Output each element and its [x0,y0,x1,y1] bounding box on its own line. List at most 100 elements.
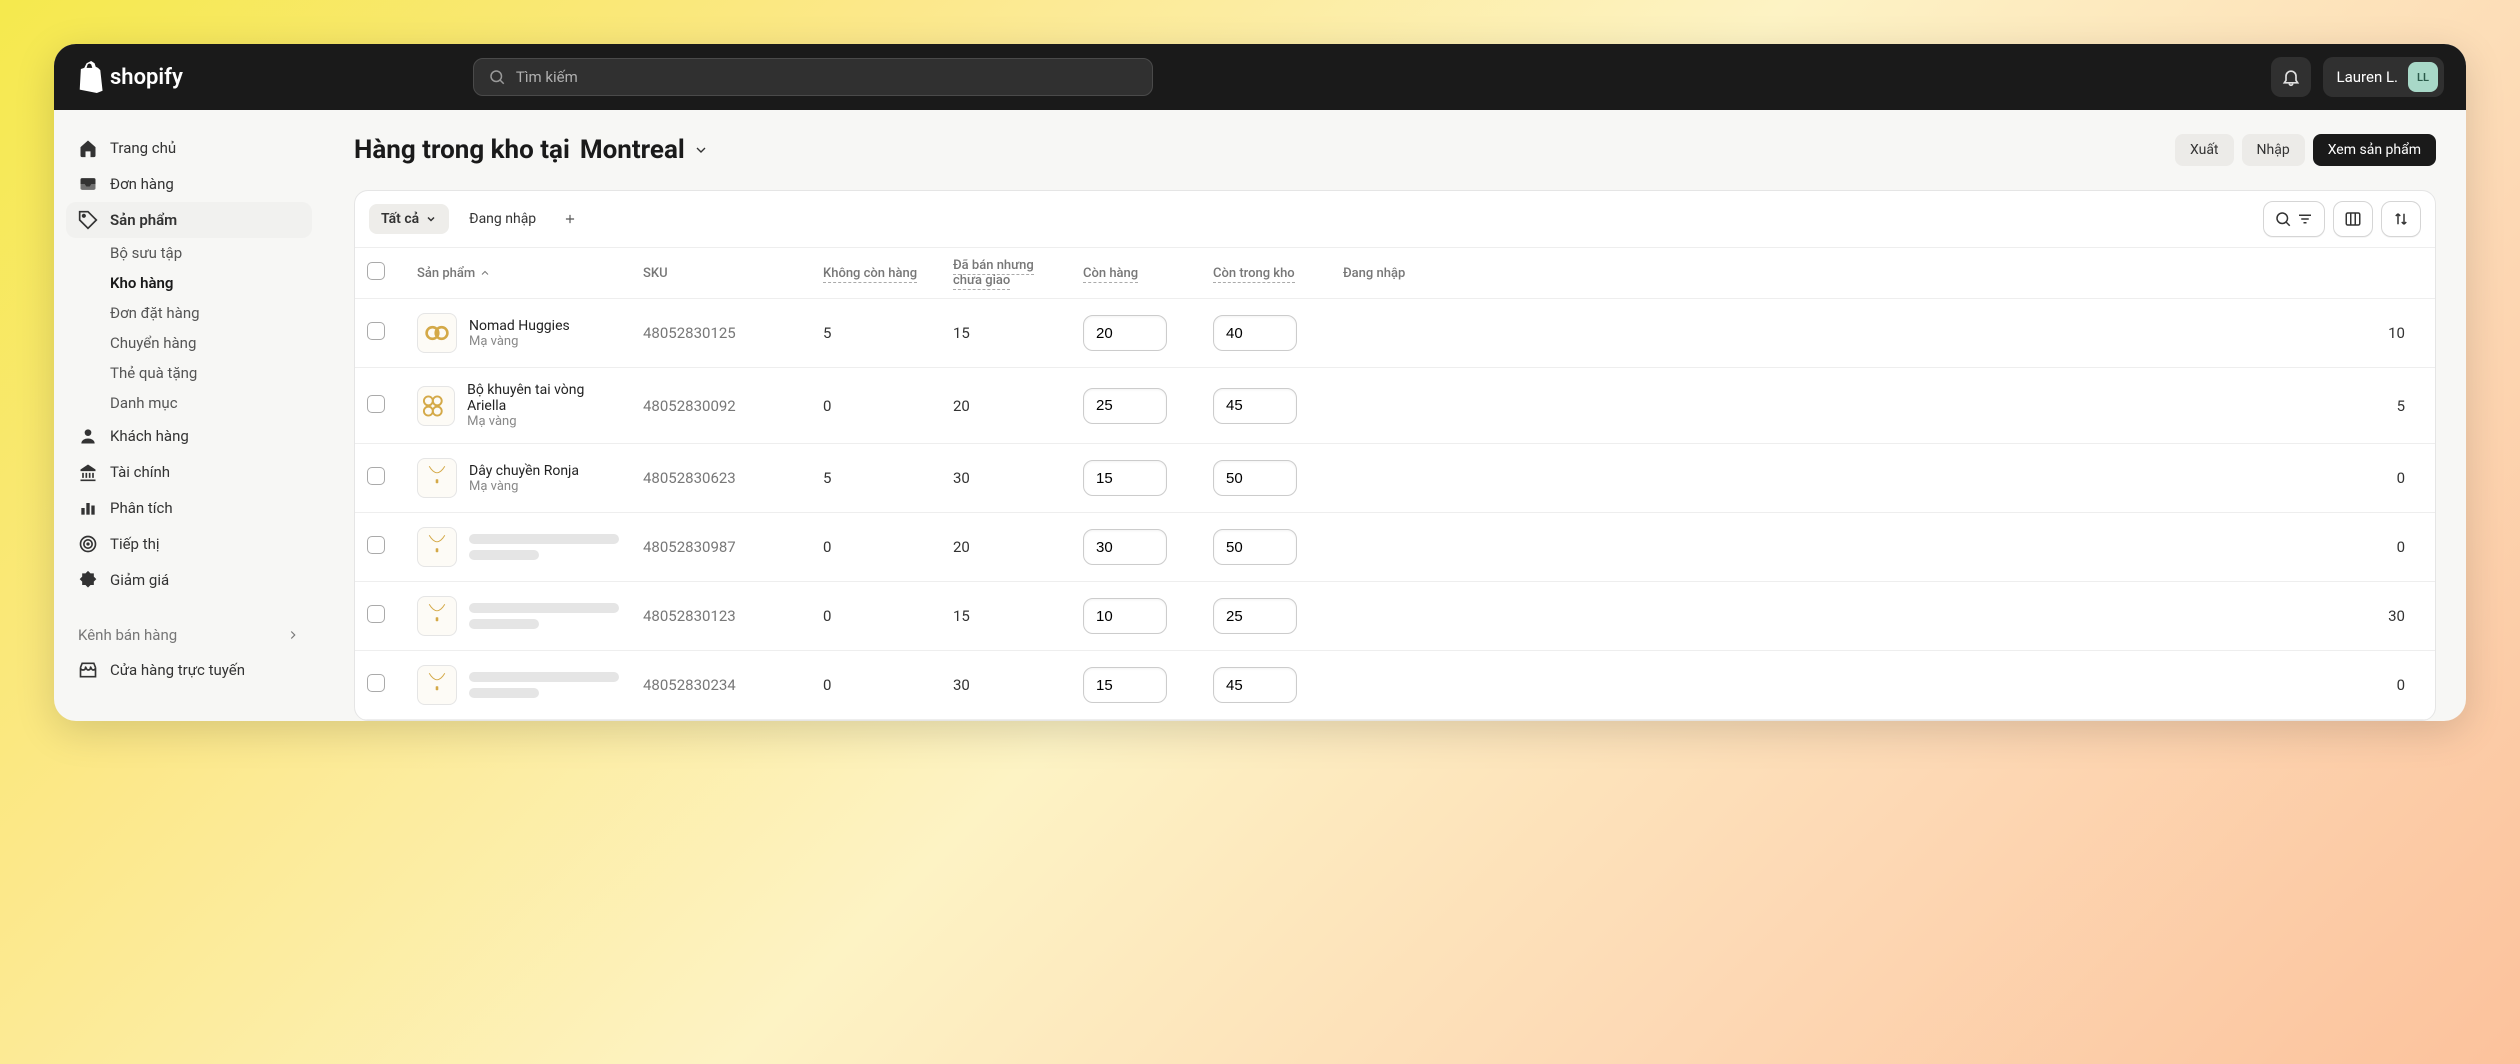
column-on-hand[interactable]: Còn trong kho [1201,248,1331,299]
inventory-card: Tất cả Đang nhập [354,190,2436,721]
product-variant: Mạ vàng [469,334,570,349]
nav-finance[interactable]: Tài chính [66,454,312,490]
nav-customers[interactable]: Khách hàng [66,418,312,454]
table-row[interactable]: 480528309870200 [355,513,2435,582]
skeleton-line [469,672,619,682]
column-product[interactable]: Sản phẩm [405,248,631,299]
nav-catalogs[interactable]: Danh mục [66,388,312,418]
app-window: shopify Tìm kiếm Lauren L. LL Trang chủ [54,44,2466,721]
skeleton-line [469,619,539,629]
column-unavailable[interactable]: Không còn hàng [811,248,941,299]
tab-incoming[interactable]: Đang nhập [457,204,548,234]
nav-inventory[interactable]: Kho hàng [66,268,312,298]
search-input[interactable]: Tìm kiếm [473,58,1153,96]
nav-gift-cards[interactable]: Thẻ quà tặng [66,358,312,388]
plus-icon [563,212,577,226]
available-input[interactable] [1083,315,1167,351]
on-hand-input[interactable] [1213,529,1297,565]
on-hand-input[interactable] [1213,388,1297,424]
view-products-button[interactable]: Xem sản phẩm [2313,134,2436,166]
main-content: Hàng trong kho tại Montreal Xuất Nhập Xe… [324,110,2466,721]
add-view-button[interactable] [556,205,584,233]
available-input[interactable] [1083,529,1167,565]
shopify-logo: shopify [76,61,183,93]
table-row[interactable]: Nomad HuggiesMạ vàng4805283012551510 [355,299,2435,368]
skeleton-line [469,603,619,613]
sort-asc-icon [479,267,491,279]
user-menu[interactable]: Lauren L. LL [2323,57,2444,97]
nav-discounts[interactable]: Giảm giá [66,562,312,598]
person-icon [78,426,98,446]
sku-cell: 48052830123 [631,582,811,651]
column-available[interactable]: Còn hàng [1071,248,1201,299]
target-icon [78,534,98,554]
chevron-down-icon [693,142,709,158]
table-row[interactable]: Dây chuyền RonjaMạ vàng480528306235300 [355,444,2435,513]
search-filter-button[interactable] [2263,201,2325,237]
row-checkbox[interactable] [367,467,385,485]
available-input[interactable] [1083,388,1167,424]
inventory-table: Sản phẩm SKU Không còn hàng Đã bán nhưng… [355,247,2435,720]
column-incoming[interactable]: Đang nhập [1331,248,2435,299]
row-checkbox[interactable] [367,395,385,413]
incoming-cell: 0 [1331,651,2435,720]
topbar: shopify Tìm kiếm Lauren L. LL [54,44,2466,110]
row-checkbox[interactable] [367,322,385,340]
on-hand-input[interactable] [1213,460,1297,496]
export-button[interactable]: Xuất [2175,134,2234,166]
table-row[interactable]: 4805283012301530 [355,582,2435,651]
nav-purchase-orders[interactable]: Đơn đặt hàng [66,298,312,328]
on-hand-input[interactable] [1213,667,1297,703]
chart-icon [78,498,98,518]
location-selector[interactable]: Montreal [580,135,709,165]
chevron-down-icon [425,213,437,225]
incoming-cell: 5 [1331,368,2435,444]
available-input[interactable] [1083,598,1167,634]
columns-button[interactable] [2333,201,2373,237]
nav-online-store[interactable]: Cửa hàng trực tuyến [66,652,312,688]
unavailable-cell: 0 [811,651,941,720]
tag-icon [78,210,98,230]
nav-collections[interactable]: Bộ sưu tập [66,238,312,268]
product-name: Nomad Huggies [469,318,570,334]
available-input[interactable] [1083,460,1167,496]
tab-all[interactable]: Tất cả [369,204,449,234]
sort-button[interactable] [2381,201,2421,237]
product-thumbnail [417,458,457,498]
product-name: Bộ khuyên tai vòng Ariella [467,382,619,414]
nav-home[interactable]: Trang chủ [66,130,312,166]
sku-cell: 48052830092 [631,368,811,444]
notifications-button[interactable] [2271,57,2311,97]
sort-icon [2392,210,2410,228]
committed-cell: 30 [941,444,1071,513]
product-variant: Mạ vàng [467,414,619,429]
page-title: Hàng trong kho tại Montreal [354,135,709,165]
search-icon [488,68,506,86]
row-checkbox[interactable] [367,536,385,554]
nav-products[interactable]: Sản phẩm [66,202,312,238]
product-thumbnail [417,313,457,353]
column-sku[interactable]: SKU [631,248,811,299]
sku-cell: 48052830987 [631,513,811,582]
nav-orders[interactable]: Đơn hàng [66,166,312,202]
product-thumbnail [417,596,457,636]
home-icon [78,138,98,158]
on-hand-input[interactable] [1213,315,1297,351]
committed-cell: 15 [941,582,1071,651]
on-hand-input[interactable] [1213,598,1297,634]
select-all-checkbox[interactable] [367,262,385,280]
column-committed[interactable]: Đã bán nhưng chưa giao [941,248,1071,299]
row-checkbox[interactable] [367,674,385,692]
import-button[interactable]: Nhập [2242,134,2305,166]
row-checkbox[interactable] [367,605,385,623]
table-row[interactable]: Bộ khuyên tai vòng AriellaMạ vàng 4805283… [355,368,2435,444]
unavailable-cell: 0 [811,513,941,582]
product-thumbnail [417,527,457,567]
table-row[interactable]: 480528302340300 [355,651,2435,720]
product-name: Dây chuyền Ronja [469,463,579,479]
nav-transfers[interactable]: Chuyển hàng [66,328,312,358]
nav-analytics[interactable]: Phân tích [66,490,312,526]
nav-marketing[interactable]: Tiếp thị [66,526,312,562]
available-input[interactable] [1083,667,1167,703]
nav-channels-header[interactable]: Kênh bán hàng [66,618,312,652]
